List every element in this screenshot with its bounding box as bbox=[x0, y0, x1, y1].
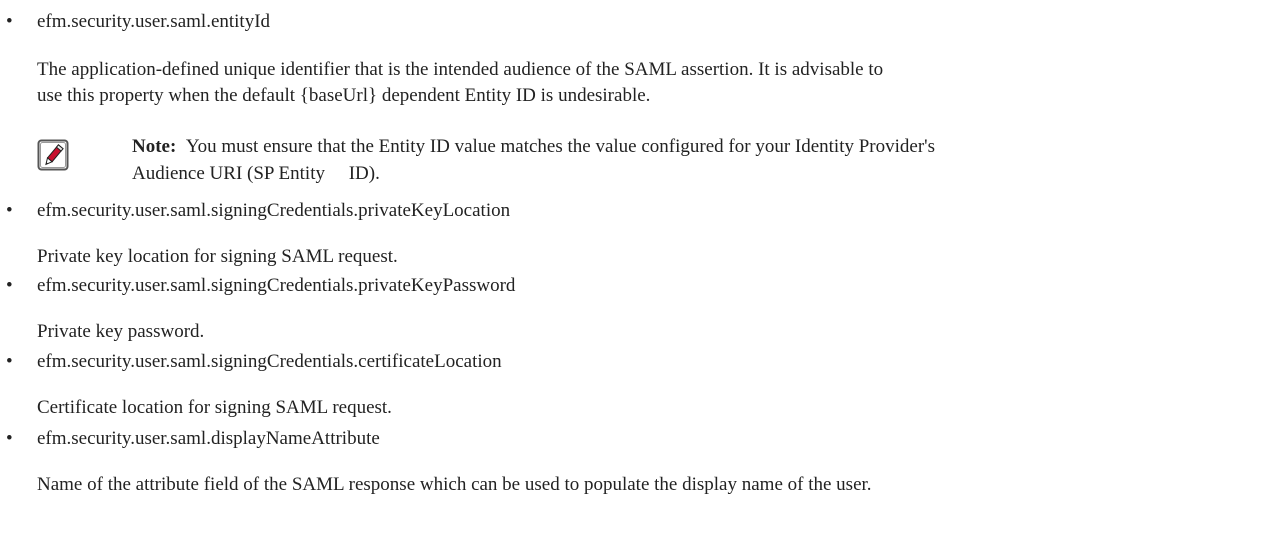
document-page: • efm.security.user.saml.entityId The ap… bbox=[0, 0, 1267, 547]
bullet: • bbox=[6, 275, 13, 296]
property-description: Name of the attribute field of the SAML … bbox=[37, 474, 872, 495]
bullet: • bbox=[6, 351, 13, 372]
property-description: Private key location for signing SAML re… bbox=[37, 246, 398, 267]
property-name: efm.security.user.saml.signingCredential… bbox=[37, 200, 511, 221]
property-description: Private key password. bbox=[37, 321, 205, 342]
bullet: • bbox=[6, 200, 13, 221]
note-text: Note: You must ensure that the Entity ID… bbox=[132, 133, 1267, 187]
note-line: Note: You must ensure that the Entity ID… bbox=[132, 133, 1267, 160]
note-box: Note: You must ensure that the Entity ID… bbox=[37, 133, 1262, 193]
bullet: • bbox=[6, 428, 13, 449]
note-line: Audience URI (SP Entity ID). bbox=[132, 163, 380, 184]
bullet: • bbox=[6, 11, 13, 32]
property-name: efm.security.user.saml.signingCredential… bbox=[37, 351, 502, 372]
property-description-line: use this property when the default {base… bbox=[37, 85, 651, 106]
note-body: You must ensure that the Entity ID value… bbox=[185, 136, 935, 157]
property-name: efm.security.user.saml.signingCredential… bbox=[37, 275, 516, 296]
property-name: efm.security.user.saml.entityId bbox=[37, 11, 271, 32]
property-name: efm.security.user.saml.displayNameAttrib… bbox=[37, 428, 380, 449]
note-pencil-icon bbox=[37, 139, 69, 171]
property-description: Certificate location for signing SAML re… bbox=[37, 397, 392, 418]
note-label: Note: bbox=[132, 136, 177, 157]
property-description-line: The application-defined unique identifie… bbox=[37, 59, 884, 80]
